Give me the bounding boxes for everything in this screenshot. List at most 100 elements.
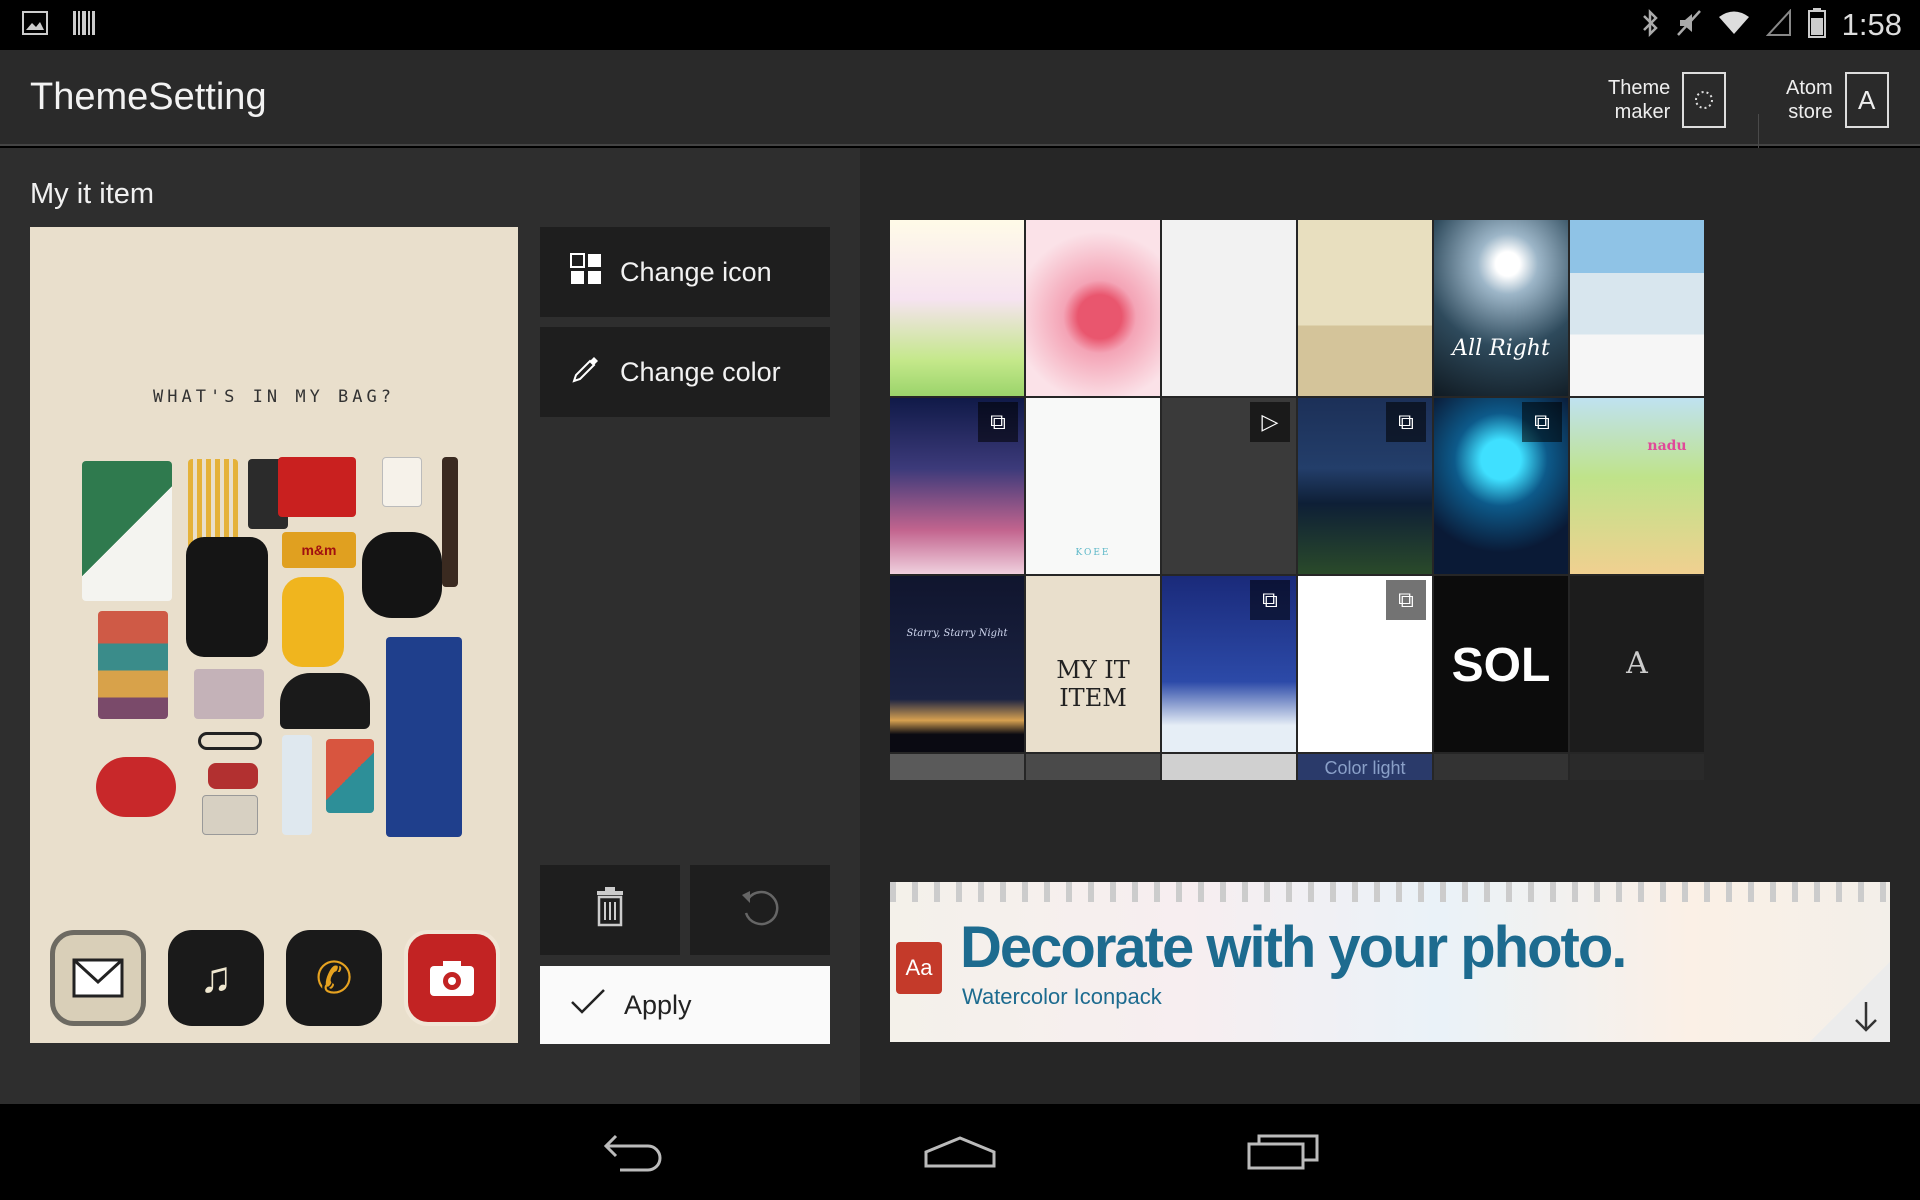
apply-label: Apply (624, 989, 692, 1020)
battery-icon (1807, 7, 1826, 43)
gloves-item (362, 532, 442, 618)
theme-maker-label-2: maker (1614, 101, 1671, 123)
change-color-button[interactable]: Change color (540, 327, 830, 417)
mute-icon (1676, 8, 1702, 43)
status-bar: 1:58 (0, 0, 1920, 50)
candy-item: m&m (282, 532, 356, 568)
cards-item (382, 457, 422, 507)
theme-grid: All Right ⧉ KOEE ▷ ⧉ ⧉ nadu Starry, Starry Nigh… (890, 220, 1890, 846)
theme-tile-partial[interactable] (1026, 754, 1160, 780)
theme-tile-princess[interactable] (890, 220, 1024, 396)
check-icon (570, 988, 606, 1023)
phone-icon: ✆ (286, 930, 382, 1026)
jeans-item (386, 637, 462, 837)
cap-item (280, 673, 370, 729)
signal-icon (1765, 7, 1792, 42)
wallet-item (278, 457, 356, 517)
copy-icon: ⧉ (1522, 402, 1562, 442)
theme-tile-partial[interactable] (1162, 754, 1296, 780)
change-color-label: Change color (620, 356, 781, 387)
theme-tile-text: nadu (1647, 438, 1687, 454)
music-icon: ♫ (168, 930, 264, 1026)
reset-button[interactable] (690, 865, 830, 955)
tshirt-item (82, 461, 172, 601)
home-button[interactable] (905, 1126, 1015, 1178)
theme-tile-starry-night-river[interactable]: ⧉ (1298, 398, 1432, 574)
theme-tile-snow-town[interactable] (1570, 220, 1704, 396)
theme-maker-icon (1682, 72, 1727, 128)
preview-caption: WHAT'S IN MY BAG? (153, 387, 395, 407)
theme-tile-text: SOL (1451, 639, 1551, 692)
theme-tile-partial[interactable] (890, 754, 1024, 780)
copy-icon: ⧉ (978, 402, 1018, 442)
play-icon: ▷ (1250, 402, 1290, 442)
spiral-binding (890, 882, 1890, 902)
theme-tile-penguins[interactable]: KOEE (1026, 398, 1160, 574)
store-glyph: A (1858, 85, 1876, 115)
bluetooth-icon (1640, 8, 1660, 43)
atom-store-button[interactable]: Atom store A (1786, 72, 1889, 128)
wifi-icon (1718, 10, 1750, 41)
theme-tile-nadu[interactable]: nadu (1570, 398, 1704, 574)
backpack-item (186, 537, 268, 657)
shoes-item (96, 757, 176, 817)
eyedropper-icon (570, 353, 602, 392)
home-icon (924, 1136, 996, 1168)
theme-tile-tea-room[interactable] (1298, 220, 1432, 396)
promo-banner[interactable]: Aa Decorate with your photo. Watercolor … (890, 882, 1890, 1042)
camera-icon (404, 930, 500, 1026)
theme-tile-fireworks[interactable]: ⧉ (1434, 398, 1568, 574)
theme-tile-starry-starry-night[interactable]: Starry, Starry Night (890, 576, 1024, 752)
theme-tile-text: All Right (1452, 336, 1550, 361)
theme-tile-all-right[interactable]: All Right (1434, 220, 1568, 396)
banner-subtitle: Watercolor Iconpack (962, 984, 1162, 1009)
download-icon (1855, 1002, 1877, 1032)
theme-tile-black-typo[interactable]: SOL (1434, 576, 1568, 752)
theme-maker-label-1: Theme (1608, 77, 1671, 99)
apply-button[interactable]: Apply (540, 966, 830, 1044)
promo-badge: Aa (896, 942, 942, 994)
theme-tile-text: Starry, Starry Night (906, 628, 1008, 639)
clock: 1:58 (1841, 7, 1902, 42)
gallery-icon (22, 11, 48, 40)
action-bar: ThemeSetting Theme maker Atom store A (0, 50, 1920, 184)
theme-tile-dark-atom[interactable]: A (1570, 576, 1704, 752)
download-corner[interactable] (1810, 962, 1890, 1042)
change-icon-label: Change icon (620, 256, 772, 287)
theme-maker-button[interactable]: Theme maker (1608, 72, 1727, 128)
theme-tile-my-it-item[interactable]: MY IT ITEM (1026, 576, 1160, 752)
change-icon-button[interactable]: Change icon (540, 227, 830, 317)
theme-tile-starry-trees[interactable]: ⧉ (890, 398, 1024, 574)
theme-tile-robot-face[interactable]: ▷ (1162, 398, 1296, 574)
theme-preview: WHAT'S IN MY BAG? m&m ♫ ✆ (30, 227, 518, 1043)
theme-tile-text: MY IT ITEM (1056, 656, 1130, 712)
undo-icon (738, 885, 782, 936)
notebook-item (98, 611, 168, 719)
copy-icon: ⧉ (1250, 580, 1290, 620)
camera-item (194, 669, 264, 719)
theme-tile-little-prince[interactable]: ⧉ (1162, 576, 1296, 752)
socks-item (282, 577, 344, 667)
theme-tile-text: A (1626, 646, 1648, 681)
theme-tile-cherry-blossom[interactable] (1026, 220, 1160, 396)
theme-tile-text: Color light (1324, 758, 1406, 778)
barcode-icon (72, 10, 96, 41)
theme-tile-castle[interactable]: ⧉ (1298, 576, 1432, 752)
back-button[interactable] (580, 1126, 690, 1178)
theme-tile-cartoon-icons[interactable] (1162, 220, 1296, 396)
banner-headline: Decorate with your photo. (960, 915, 1627, 980)
watch-item (442, 457, 458, 587)
atom-store-label-2: store (1788, 101, 1833, 123)
delete-button[interactable] (540, 865, 680, 955)
back-icon (603, 1134, 662, 1172)
store-bag-icon: A (1844, 72, 1889, 128)
book-item (326, 739, 374, 813)
theme-tile-partial[interactable] (1434, 754, 1568, 780)
theme-tile-text: KOEE (1075, 548, 1111, 558)
grid-icon (570, 252, 602, 292)
card-holder-item (202, 795, 258, 835)
copy-icon: ⧉ (1386, 580, 1426, 620)
theme-tile-partial[interactable]: Color light (1298, 754, 1432, 780)
recent-apps-button[interactable] (1230, 1126, 1340, 1178)
theme-tile-partial[interactable] (1570, 754, 1704, 780)
